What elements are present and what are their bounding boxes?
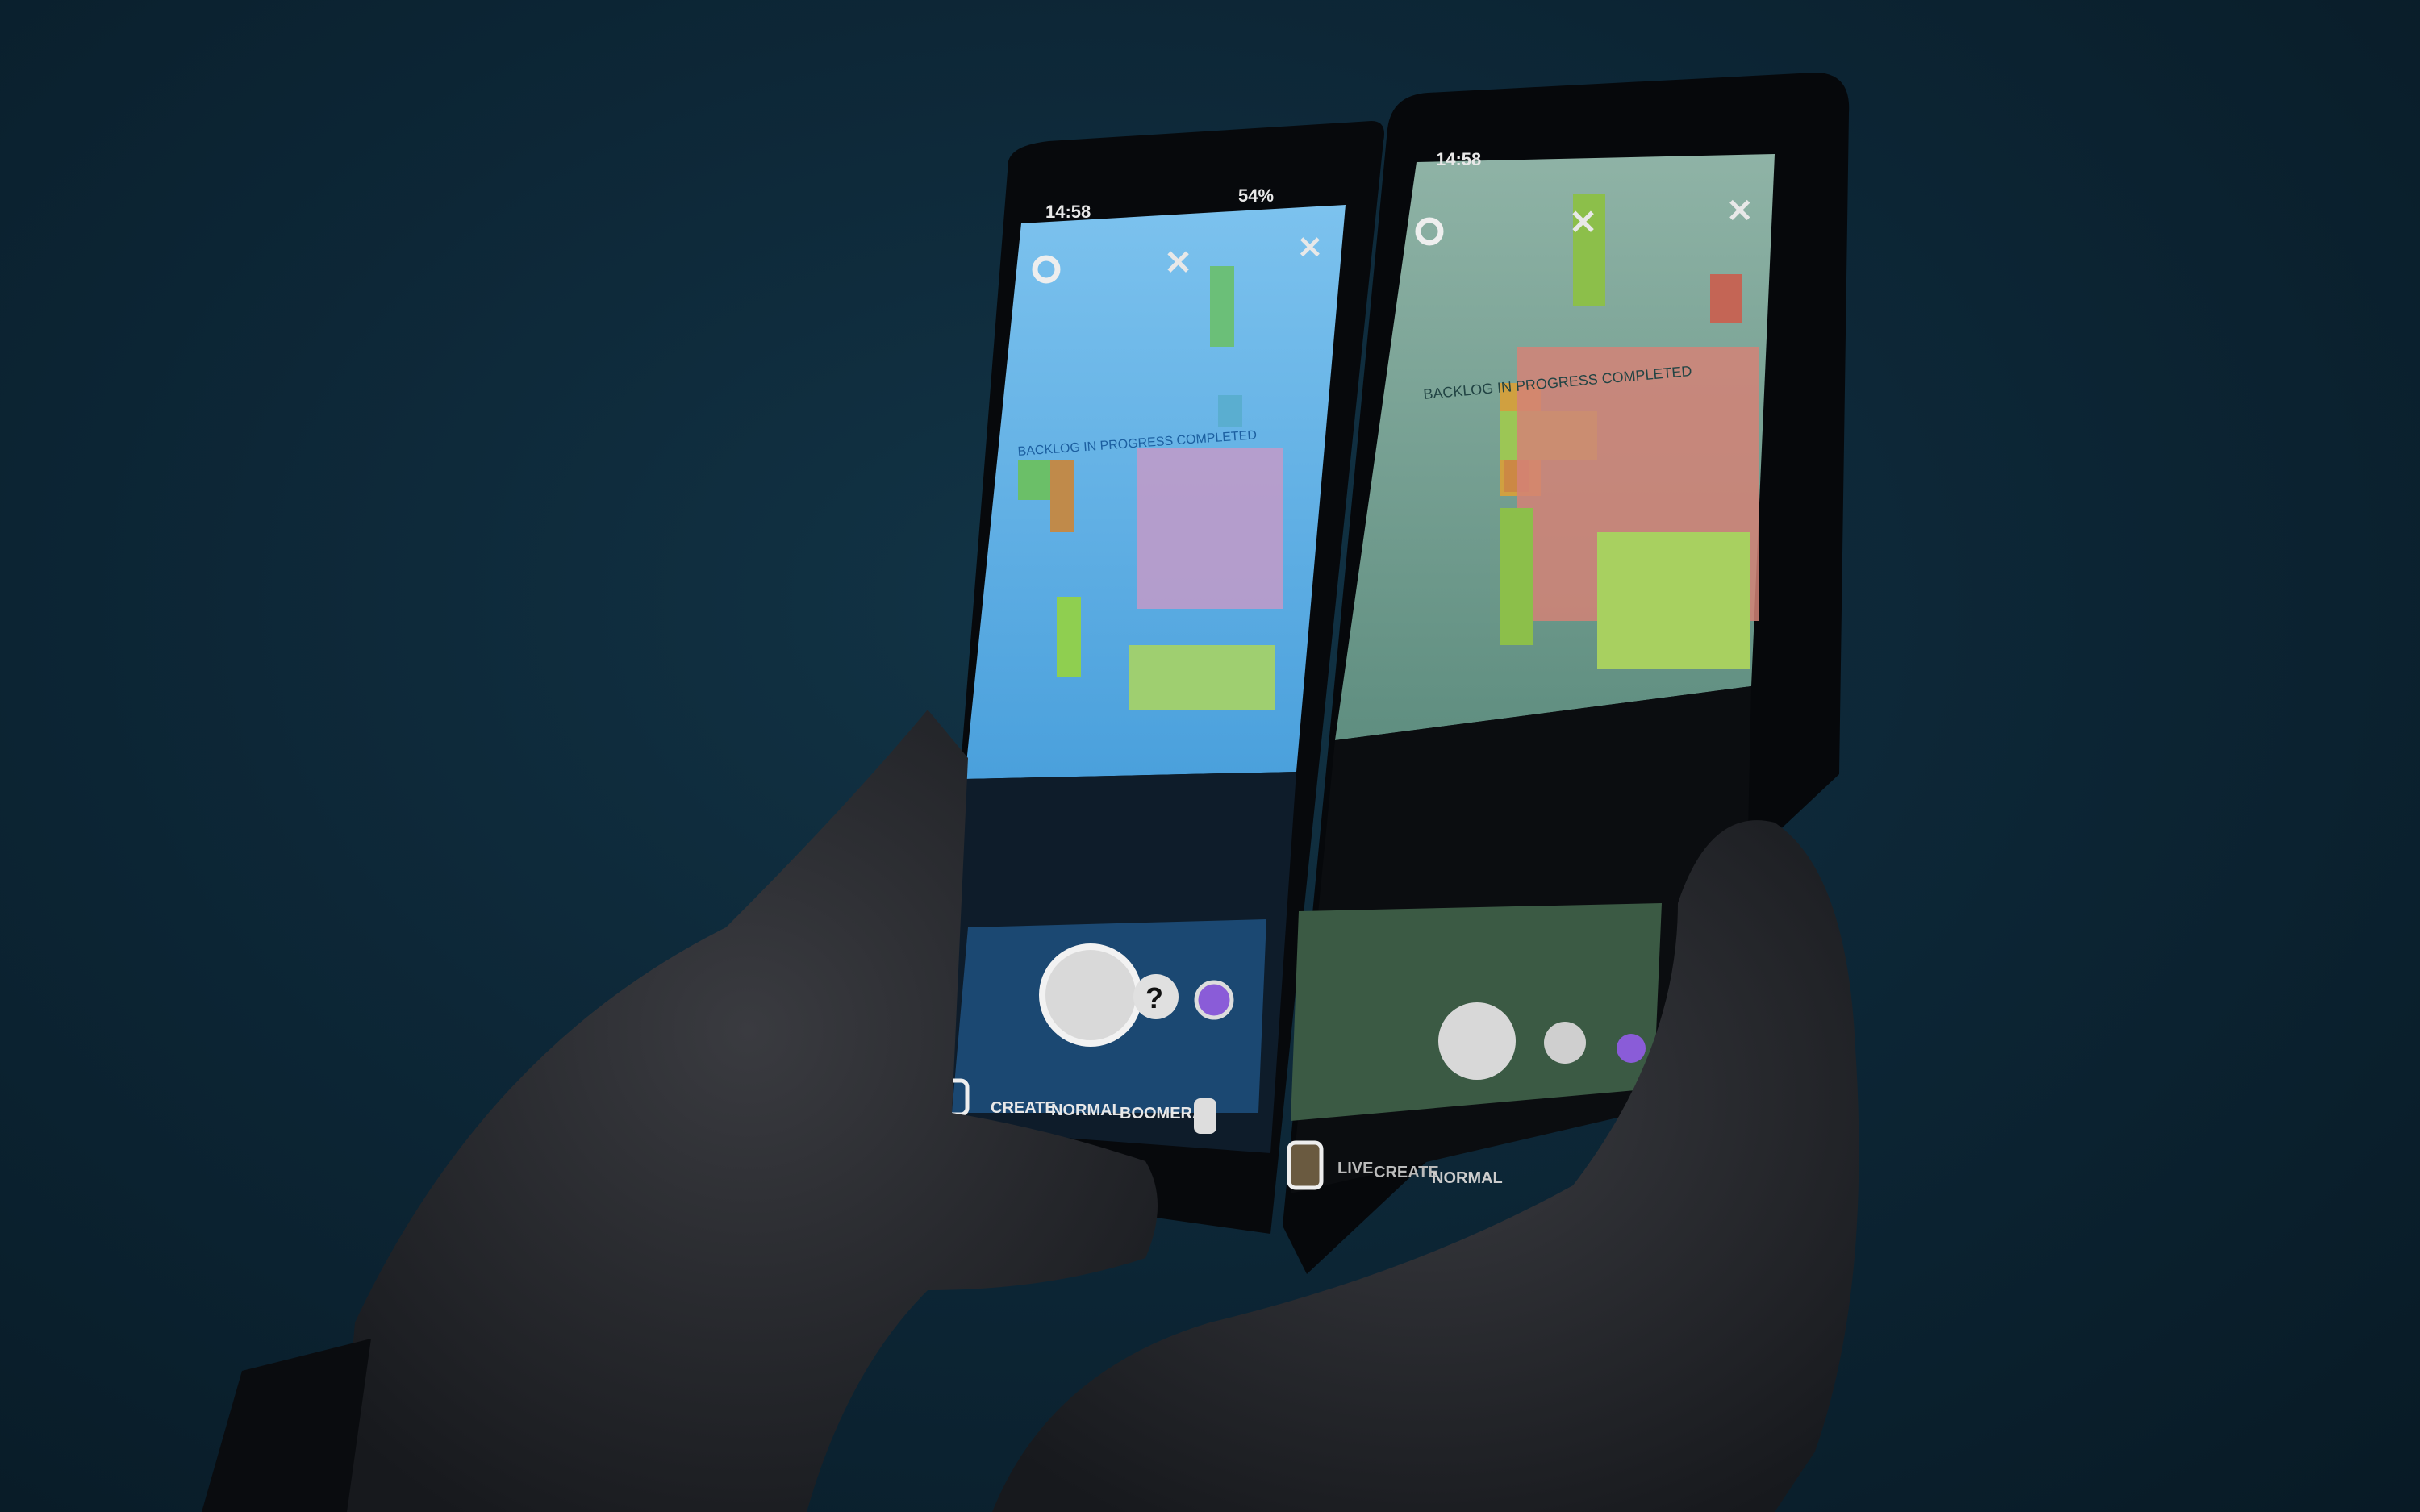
question-glyph: ? <box>1145 981 1163 1014</box>
right-mode-create[interactable]: CREATE <box>1374 1164 1439 1181</box>
shutter-button[interactable] <box>1039 943 1142 1047</box>
left-mode-normal[interactable]: NORMAL <box>1051 1102 1122 1119</box>
scene-svg: BACKLOG IN PROGRESS COMPLETED 14:58 54% … <box>202 73 1859 1512</box>
right-mode-normal[interactable]: NORMAL <box>1432 1169 1503 1187</box>
gallery-icon[interactable] <box>1287 1140 1324 1190</box>
left-status-time: 14:58 <box>1045 202 1091 222</box>
flash-off-icon[interactable]: ✕ <box>1569 203 1597 241</box>
close-icon[interactable]: ✕ <box>1297 231 1323 265</box>
right-status-time: 14:58 <box>1436 149 1481 169</box>
flash-off-icon[interactable]: ✕ <box>1164 244 1192 281</box>
effect-purple-icon[interactable] <box>1194 980 1234 1020</box>
effect-question-icon[interactable] <box>1544 1022 1586 1064</box>
left-status-battery: 54% <box>1238 185 1274 206</box>
close-icon[interactable]: ✕ <box>1726 194 1754 229</box>
left-mode-boomerang[interactable]: BOOMERA <box>1120 1105 1204 1123</box>
sleeve <box>202 1339 371 1512</box>
left-mode-create[interactable]: CREATE <box>991 1099 1056 1117</box>
effect-purple-icon[interactable] <box>1617 1034 1646 1063</box>
shutter-button[interactable] <box>1438 1002 1516 1080</box>
right-mode-live[interactable]: LIVE <box>1337 1160 1373 1177</box>
flip-camera-icon[interactable] <box>1194 1098 1216 1134</box>
photo-scene: BACKLOG IN PROGRESS COMPLETED 14:58 54% … <box>0 0 2420 1512</box>
